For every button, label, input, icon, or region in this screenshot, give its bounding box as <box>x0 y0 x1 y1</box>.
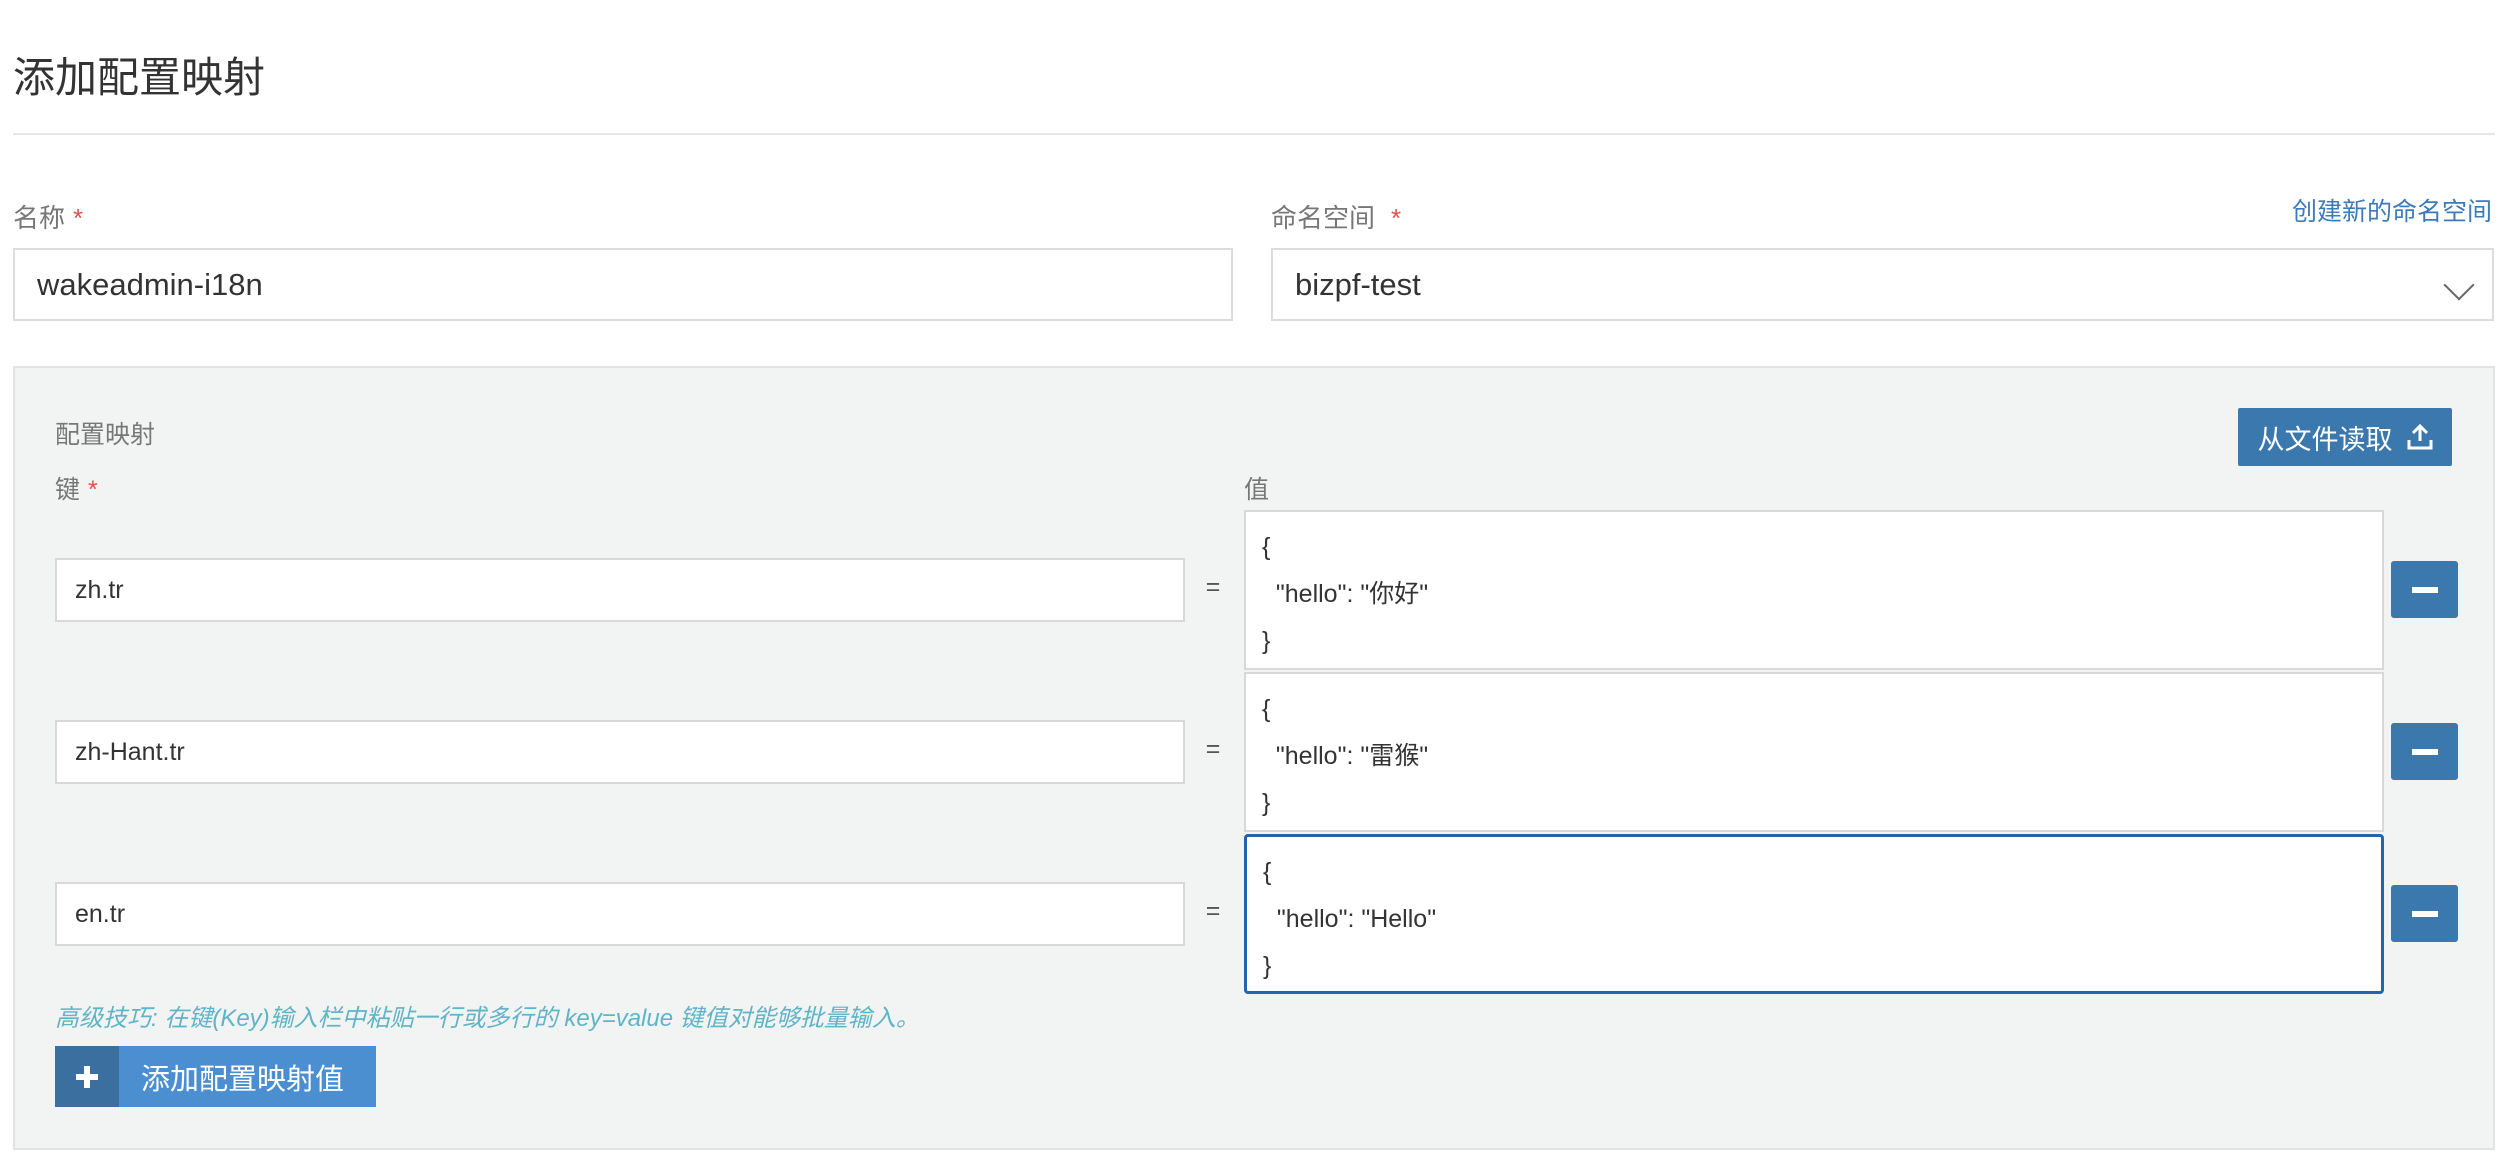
key-input[interactable]: zh.tr <box>55 558 1185 622</box>
remove-entry-button[interactable] <box>2391 885 2458 942</box>
namespace-select[interactable]: bizpf-test <box>1271 248 2494 321</box>
minus-icon <box>2411 586 2438 593</box>
create-namespace-link[interactable]: 创建新的命名空间 <box>2292 192 2492 228</box>
name-input[interactable]: wakeadmin-i18n <box>13 248 1233 321</box>
read-from-file-button[interactable]: 从文件读取 <box>2238 408 2452 466</box>
add-config-entry-label: 添加配置映射值 <box>119 1046 376 1107</box>
remove-entry-button[interactable] <box>2391 561 2458 618</box>
value-textarea[interactable]: { "hello": "雷猴" } <box>1244 672 2384 832</box>
required-mark: * <box>1391 203 1402 233</box>
chevron-down-icon <box>2443 269 2475 301</box>
read-from-file-label: 从文件读取 <box>2257 424 2393 455</box>
namespace-label: 命名空间 * <box>1271 198 1401 235</box>
equals-sign: = <box>1205 573 1221 601</box>
namespace-label-text: 命名空间 <box>1271 203 1376 233</box>
remove-entry-button[interactable] <box>2391 723 2458 780</box>
key-input-value: en.tr <box>75 899 126 928</box>
minus-icon <box>2411 748 2438 755</box>
name-input-value: wakeadmin-i18n <box>37 266 263 302</box>
upload-icon <box>2407 423 2432 450</box>
name-label: 名称 * <box>13 198 83 235</box>
batch-input-hint: 高级技巧: 在键(Key)输入栏中粘贴一行或多行的 key=value 键值对能… <box>55 1005 920 1032</box>
config-map-panel: 配置映射 从文件读取 键 * 值 zh.tr = { "hello": "你好" … <box>13 366 2495 1150</box>
key-column-label-text: 键 <box>55 476 81 504</box>
key-input[interactable]: en.tr <box>55 882 1185 946</box>
equals-sign: = <box>1205 897 1221 925</box>
equals-sign: = <box>1205 735 1221 763</box>
plus-icon <box>55 1046 119 1107</box>
key-input[interactable]: zh-Hant.tr <box>55 720 1185 784</box>
required-mark: * <box>73 203 84 233</box>
config-map-section-label: 配置映射 <box>55 421 156 449</box>
name-label-text: 名称 <box>13 203 66 233</box>
minus-icon <box>2411 910 2438 917</box>
key-column-label: 键 * <box>55 470 98 506</box>
add-config-entry-button[interactable]: 添加配置映射值 <box>55 1046 376 1107</box>
namespace-select-value: bizpf-test <box>1295 266 1421 302</box>
value-column-label: 值 <box>1244 476 1270 504</box>
title-divider <box>13 133 2495 135</box>
value-textarea[interactable]: { "hello": "Hello" } <box>1244 834 2384 994</box>
page-title: 添加配置映射 <box>13 54 266 101</box>
required-mark: * <box>88 476 98 504</box>
value-textarea[interactable]: { "hello": "你好" } <box>1244 510 2384 670</box>
key-input-value: zh-Hant.tr <box>75 737 185 766</box>
key-input-value: zh.tr <box>75 575 124 604</box>
